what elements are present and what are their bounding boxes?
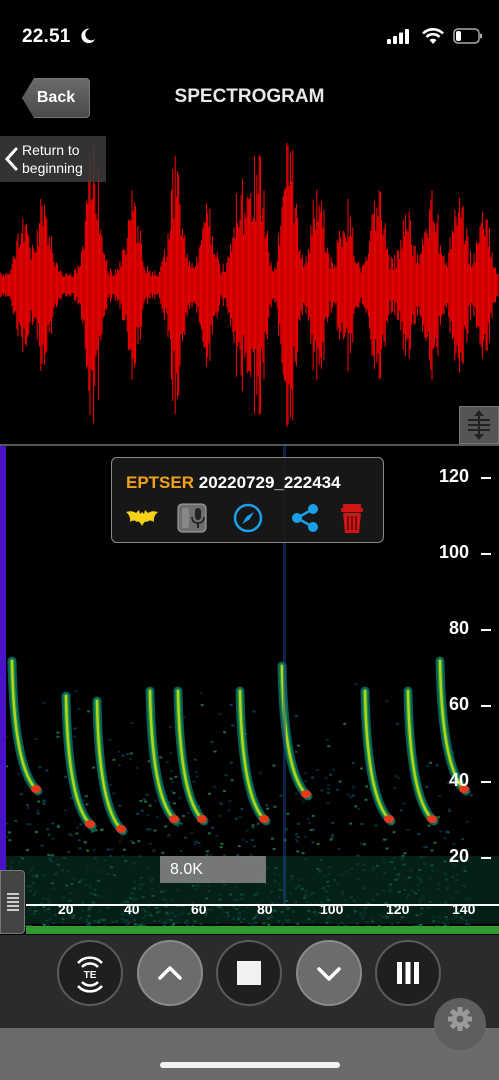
chevron-up-icon	[158, 966, 182, 980]
scroll-up-button[interactable]	[137, 940, 203, 1006]
battery-icon	[453, 28, 482, 44]
levels-button[interactable]	[375, 940, 441, 1006]
low-frequency-band	[26, 926, 499, 934]
y-axis-label: 20	[448, 846, 469, 866]
x-axis-label: 20	[58, 901, 74, 917]
call-hotspot	[427, 815, 437, 823]
scroll-down-button[interactable]	[296, 940, 362, 1006]
settings-button[interactable]	[434, 998, 486, 1050]
return-label-line2: beginning	[22, 160, 83, 176]
playback-position-bar	[0, 446, 6, 870]
resize-icon	[468, 410, 490, 440]
chevron-down-icon	[317, 967, 341, 981]
y-axis-label: 40	[448, 770, 469, 790]
call-hotspot	[116, 825, 126, 833]
x-axis-label: 80	[257, 901, 273, 917]
time-expansion-button[interactable]: TE	[57, 940, 123, 1006]
svg-text:TE: TE	[84, 970, 97, 981]
chevron-left-icon	[4, 147, 18, 171]
y-axis-tick	[481, 553, 491, 555]
call-hotspot	[197, 815, 207, 823]
y-axis-tick	[481, 781, 491, 783]
y-axis-tick	[481, 705, 491, 707]
delete-icon[interactable]	[334, 502, 370, 534]
moon-icon	[81, 28, 96, 44]
call-hotspot	[259, 815, 269, 823]
x-axis-label: 100	[320, 901, 344, 917]
call-hotspot	[384, 815, 394, 823]
recording-id: 20220729_222434	[198, 473, 341, 492]
status-time: 22.51	[22, 26, 71, 47]
home-indicator[interactable]	[160, 1062, 340, 1068]
stop-button[interactable]	[216, 940, 282, 1006]
y-axis-tick	[481, 629, 491, 631]
x-axis-label: 40	[124, 901, 140, 917]
return-to-beginning-button[interactable]: Return to beginning	[0, 136, 106, 182]
y-axis-label: 60	[448, 694, 469, 714]
signal-icon	[387, 29, 409, 44]
levels-icon	[397, 962, 419, 984]
call-hotspot	[301, 790, 311, 798]
share-icon[interactable]	[287, 502, 323, 534]
x-axis-label: 60	[191, 901, 207, 917]
call-hotspot	[169, 815, 179, 823]
bottom-panel	[0, 1028, 499, 1080]
x-axis-label: 120	[386, 901, 410, 917]
y-axis-tick	[481, 477, 491, 479]
detection-info-panel: EPTSER 20220729_222434	[111, 457, 384, 543]
call-hotspot	[85, 820, 95, 828]
y-axis-tick	[481, 857, 491, 859]
y-axis-label: 120	[438, 466, 469, 486]
return-label-line1: Return to	[22, 142, 80, 158]
resize-split-button[interactable]	[459, 406, 499, 444]
drag-handle[interactable]	[0, 870, 25, 934]
y-axis-label: 100	[438, 542, 469, 562]
compass-icon[interactable]	[230, 502, 266, 534]
gear-icon	[448, 1007, 472, 1031]
call-hotspot	[31, 785, 41, 793]
time-expansion-icon: TE	[77, 956, 103, 993]
wifi-icon	[422, 28, 444, 44]
frequency-readout: 8.0K	[160, 856, 266, 883]
recorder-icon[interactable]	[174, 502, 210, 534]
navigation-bar: Back SPECTROGRAM	[0, 70, 499, 126]
y-axis-label: 80	[448, 618, 469, 638]
status-bar: 22.51	[0, 0, 499, 70]
species-code: EPTSER	[126, 473, 195, 492]
waveform-trace	[0, 143, 499, 427]
x-axis-label: 140	[452, 901, 476, 917]
bat-icon[interactable]	[124, 502, 160, 534]
stop-icon	[237, 961, 261, 985]
grip-icon	[7, 893, 19, 911]
page-title: SPECTROGRAM	[174, 86, 325, 107]
